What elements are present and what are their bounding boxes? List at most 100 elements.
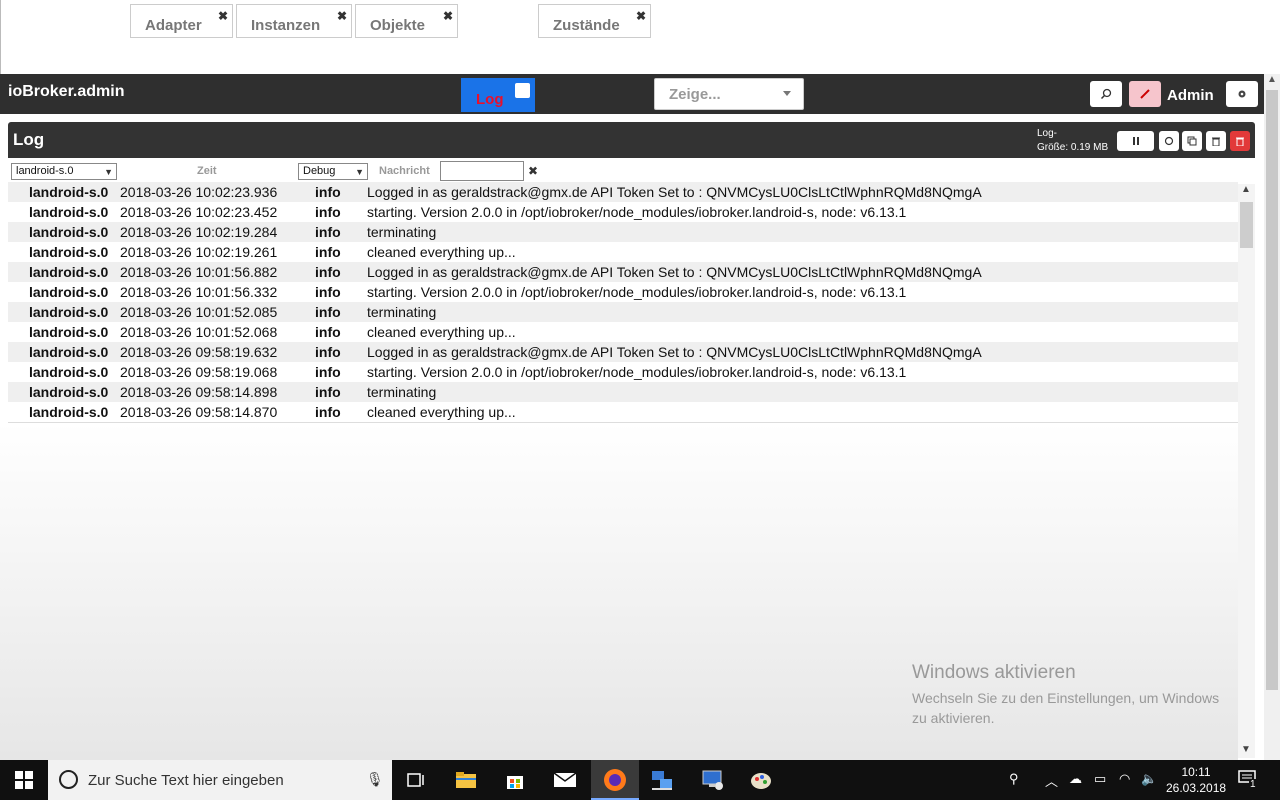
select-value: landroid-s.0 <box>16 165 74 177</box>
scroll-up-icon[interactable]: ▲ <box>1241 184 1251 195</box>
volume-icon[interactable]: 🔈 <box>1141 771 1157 787</box>
log-severity: info <box>315 284 341 300</box>
close-icon[interactable]: ✖ <box>636 9 646 23</box>
log-source: landroid-s.0 <box>29 304 109 320</box>
pencil-icon <box>1140 89 1150 99</box>
tab-instanzen[interactable]: Instanzen ✖ <box>236 4 352 38</box>
log-time: 2018-03-26 10:02:23.936 <box>120 184 278 200</box>
start-button[interactable] <box>0 760 48 800</box>
notification-button[interactable]: 1 <box>1238 770 1258 790</box>
refresh-button[interactable] <box>1159 131 1179 151</box>
close-icon[interactable]: ✖ <box>443 9 453 23</box>
delete-button[interactable] <box>1230 131 1250 151</box>
log-row: landroid-s.0 2018-03-26 09:58:19.632 info L… <box>8 342 1238 362</box>
taskbar-clock[interactable]: 10:11 26.03.2018 <box>1166 764 1226 796</box>
severity-filter-select[interactable]: Debug ▼ <box>298 163 368 180</box>
log-time: 2018-03-26 09:58:14.870 <box>120 404 278 420</box>
trash-icon <box>1236 137 1244 146</box>
log-severity: info <box>315 404 341 420</box>
clock-time: 10:11 <box>1181 765 1211 779</box>
scrollbar-thumb[interactable] <box>1240 202 1253 248</box>
clear-filter-icon[interactable]: ✖ <box>528 164 538 178</box>
log-message: starting. Version 2.0.0 in /opt/iobroker… <box>367 284 907 300</box>
scroll-down-icon[interactable]: ▼ <box>1241 744 1251 755</box>
log-time: 2018-03-26 10:02:19.261 <box>120 244 278 260</box>
show-tabs-select[interactable]: Zeige... <box>654 78 804 110</box>
log-severity: info <box>315 224 341 240</box>
settings-button[interactable] <box>1226 81 1258 107</box>
chevron-down-icon: ▼ <box>104 167 113 177</box>
clear-button[interactable] <box>1206 131 1226 151</box>
search-button[interactable] <box>1090 81 1122 107</box>
watermark-line1: Wechseln Sie zu den Einstellungen, um Wi… <box>912 690 1220 706</box>
log-row: landroid-s.0 2018-03-26 09:58:19.068 info s… <box>8 362 1238 382</box>
file-explorer-icon[interactable] <box>452 766 480 794</box>
remote-desktop-icon[interactable] <box>698 766 726 794</box>
checkbox-icon[interactable] <box>515 83 530 98</box>
tab-zustaende[interactable]: Zustände ✖ <box>538 4 651 38</box>
log-time: 2018-03-26 10:01:52.085 <box>120 304 278 320</box>
log-message: starting. Version 2.0.0 in /opt/iobroker… <box>367 364 907 380</box>
source-filter-select[interactable]: landroid-s.0 ▼ <box>11 163 117 180</box>
paint-icon[interactable] <box>747 766 775 794</box>
battery-icon[interactable]: ▭ <box>1094 771 1106 787</box>
tab-label: Instanzen <box>251 17 321 34</box>
select-label: Zeige... <box>669 86 721 103</box>
log-size-value: Größe: 0.19 MB <box>1037 142 1109 153</box>
log-size: Log- Größe: 0.19 MB <box>1037 127 1108 155</box>
pause-button[interactable] <box>1117 131 1154 151</box>
log-source: landroid-s.0 <box>29 264 109 280</box>
log-time: 2018-03-26 10:02:19.284 <box>120 224 278 240</box>
close-icon[interactable]: ✖ <box>337 9 347 23</box>
log-severity: info <box>315 264 341 280</box>
log-time: 2018-03-26 10:01:52.068 <box>120 324 278 340</box>
watermark-title: Windows aktivieren <box>912 662 1076 683</box>
microphone-icon[interactable]: 🎙 <box>366 771 384 788</box>
close-icon[interactable]: ✖ <box>218 9 228 23</box>
scrollbar-thumb[interactable] <box>1266 90 1278 690</box>
log-size-label: Log- <box>1037 128 1058 139</box>
log-row: landroid-s.0 2018-03-26 10:01:52.068 info c… <box>8 322 1238 342</box>
chevron-up-icon[interactable]: ︿ <box>1045 771 1058 790</box>
log-scrollbar[interactable]: ▲ ▼ <box>1238 184 1255 758</box>
people-icon[interactable]: ⚲ <box>1009 771 1019 787</box>
log-row: landroid-s.0 2018-03-26 10:02:23.452 info s… <box>8 202 1238 222</box>
log-severity: info <box>315 384 341 400</box>
log-source: landroid-s.0 <box>29 324 109 340</box>
log-time: 2018-03-26 10:02:23.452 <box>120 204 278 220</box>
page-scrollbar[interactable]: ▲ <box>1264 74 1280 760</box>
onedrive-icon[interactable]: ☁ <box>1069 771 1082 787</box>
wifi-icon[interactable]: ◠ <box>1119 771 1130 787</box>
windows-logo-icon <box>15 771 33 789</box>
taskbar-search[interactable]: Zur Suche Text hier eingeben 🎙 <box>48 760 392 800</box>
log-row: landroid-s.0 2018-03-26 10:01:56.882 info L… <box>8 262 1238 282</box>
tab-log[interactable]: Log <box>461 78 535 112</box>
user-name[interactable]: Admin <box>1167 87 1214 104</box>
search-icon <box>1100 88 1112 100</box>
copy-button[interactable] <box>1182 131 1202 151</box>
log-time: 2018-03-26 10:01:56.332 <box>120 284 278 300</box>
firefox-icon <box>604 769 626 791</box>
log-message: Logged in as geraldstrack@gmx.de API Tok… <box>367 264 982 280</box>
tab-objekte[interactable]: Objekte ✖ <box>355 4 458 38</box>
log-time: 2018-03-26 09:58:19.632 <box>120 344 278 360</box>
log-message: cleaned everything up... <box>367 324 516 340</box>
firefox-taskbar-button[interactable] <box>591 760 639 800</box>
search-placeholder: Zur Suche Text hier eingeben <box>88 772 284 789</box>
task-view-icon[interactable] <box>402 766 430 794</box>
network-app-icon[interactable] <box>648 766 676 794</box>
edit-button[interactable] <box>1129 81 1161 107</box>
log-source: landroid-s.0 <box>29 404 109 420</box>
time-column-header: Zeit <box>197 165 217 177</box>
log-message: Logged in as geraldstrack@gmx.de API Tok… <box>367 184 982 200</box>
log-time: 2018-03-26 10:01:56.882 <box>120 264 278 280</box>
log-row: landroid-s.0 2018-03-26 09:58:14.898 info t… <box>8 382 1238 402</box>
log-row: landroid-s.0 2018-03-26 10:01:52.085 info t… <box>8 302 1238 322</box>
message-filter-input[interactable] <box>440 161 524 181</box>
store-icon[interactable] <box>501 766 529 794</box>
tab-adapter[interactable]: Adapter ✖ <box>130 4 233 38</box>
mail-icon[interactable] <box>551 766 579 794</box>
scroll-up-icon[interactable]: ▲ <box>1267 74 1277 85</box>
windows-activation-watermark: Windows aktivieren Wechseln Sie zu den E… <box>912 662 1219 728</box>
log-severity: info <box>315 364 341 380</box>
